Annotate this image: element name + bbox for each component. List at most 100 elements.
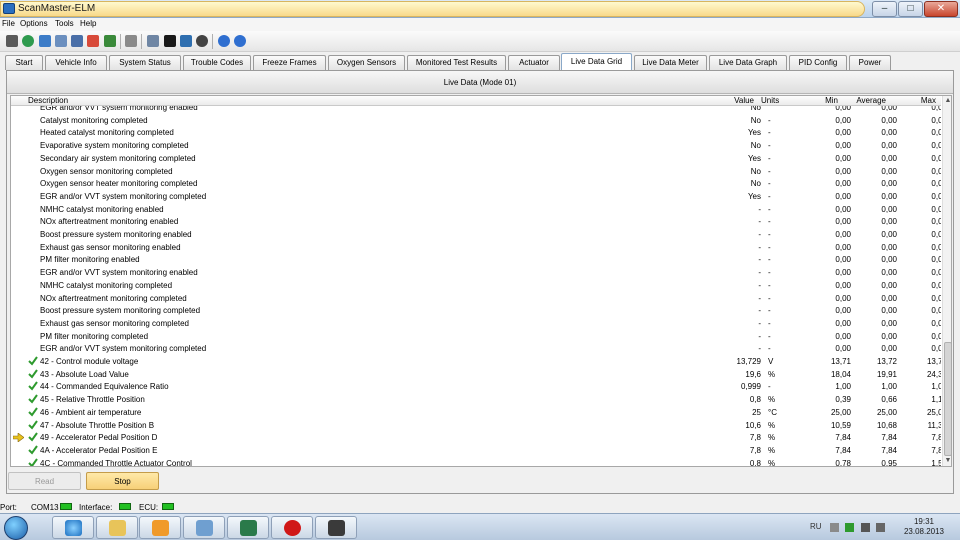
info-icon[interactable] <box>218 35 230 47</box>
table-row[interactable]: 49 - Accelerator Pedal Position D 7,8% 7,8… <box>11 431 941 444</box>
table-icon[interactable] <box>71 35 83 47</box>
menu-file[interactable]: File <box>2 19 15 28</box>
clipboard-icon[interactable] <box>125 35 137 47</box>
table-row[interactable]: Secondary air system monitoring complete… <box>11 152 941 165</box>
scroll-down-icon[interactable]: ▼ <box>944 457 951 465</box>
globe-icon[interactable] <box>22 35 34 47</box>
row-max: 0,00 <box>931 179 941 189</box>
language-indicator[interactable]: RU <box>810 522 822 531</box>
menu-tools[interactable]: Tools <box>55 19 74 28</box>
tray-network-icon[interactable] <box>861 523 870 532</box>
table-row[interactable]: EGR and/or VVT system monitoring complet… <box>11 190 941 203</box>
table-row[interactable]: 4A - Accelerator Pedal Position E 7,8% 7,8… <box>11 444 941 457</box>
tab-pid-config[interactable]: PID Config <box>789 55 847 70</box>
row-description: 47 - Absolute Throttle Position B <box>40 420 155 430</box>
scrollbar-thumb[interactable] <box>944 342 951 456</box>
dollar-icon[interactable] <box>104 35 116 47</box>
table-row[interactable]: 47 - Absolute Throttle Position B 10,6% 10… <box>11 419 941 432</box>
record-icon[interactable] <box>196 35 208 47</box>
tab-start[interactable]: Start <box>5 55 43 70</box>
table-row[interactable]: 44 - Commanded Equivalence Ratio 0,999- 1,… <box>11 380 941 393</box>
table-row[interactable]: Catalyst monitoring completed No -0,00 0,00… <box>11 114 941 127</box>
table-row[interactable]: 43 - Absolute Load Value 19,6% 18,04 19,91 2… <box>11 368 941 381</box>
tray-flag-icon[interactable] <box>845 523 854 532</box>
table-row[interactable]: Oxygen sensor monitoring completed No - 0,0… <box>11 165 941 178</box>
menu-help[interactable]: Help <box>80 19 96 28</box>
table-row[interactable]: 46 - Ambient air temperature 25 °C 25,00 25,… <box>11 406 941 419</box>
taskbar-scanmaster-icon[interactable] <box>183 516 225 539</box>
table-row[interactable]: PM filter monitoring enabled - -0,00 0,00 0,… <box>11 253 941 266</box>
tab-power[interactable]: Power <box>849 55 891 70</box>
terminal-icon[interactable] <box>164 35 176 47</box>
table-row[interactable]: Heated catalyst monitoring completed Yes -… <box>11 126 941 139</box>
tab-freeze-frames[interactable]: Freeze Frames <box>253 55 326 70</box>
table-row[interactable]: Exhaust gas sensor monitoring enabled - - 0… <box>11 241 941 254</box>
table-row[interactable]: Exhaust gas sensor monitoring completed -… <box>11 317 941 330</box>
taskbar-media-player-icon[interactable] <box>139 516 181 539</box>
row-value: 0,8 <box>749 395 761 405</box>
tray-volume-icon[interactable] <box>876 523 885 532</box>
tab-oxygen-sensors[interactable]: Oxygen Sensors <box>328 55 405 70</box>
taskbar-ie-icon[interactable] <box>52 516 94 539</box>
tab-system-status[interactable]: System Status <box>109 55 181 70</box>
table-row[interactable]: PM filter monitoring completed - -0,00 0,00… <box>11 330 941 343</box>
stop-button[interactable]: Stop <box>86 472 159 490</box>
table-row[interactable]: 45 - Relative Throttle Position 0,8% 0,39 0… <box>11 393 941 406</box>
menu-options[interactable]: Options <box>20 19 48 28</box>
table-row[interactable]: NOx aftertreatment monitoring completed -… <box>11 292 941 305</box>
comment-icon[interactable] <box>147 35 159 47</box>
table-row[interactable]: Boost pressure system monitoring complet… <box>11 304 941 317</box>
row-unit: % <box>768 445 776 455</box>
taskbar-opera-icon[interactable] <box>271 516 313 539</box>
row-value: Yes <box>747 191 761 201</box>
taskbar-chip-icon[interactable] <box>315 516 357 539</box>
table-row[interactable]: Oxygen sensor heater monitoring complete… <box>11 177 941 190</box>
vertical-scrollbar[interactable]: ▲ ▼ <box>942 96 951 466</box>
column-units[interactable]: Units <box>761 96 779 105</box>
maximize-button[interactable]: □ <box>898 1 923 17</box>
grid-header: Description Value Units Min Average Max <box>11 96 941 106</box>
monitor-icon[interactable] <box>39 35 51 47</box>
row-description: 45 - Relative Throttle Position <box>40 395 145 405</box>
column-value[interactable]: Value <box>701 96 754 105</box>
about-icon[interactable] <box>234 35 246 47</box>
table-row[interactable]: Boost pressure system monitoring enabled… <box>11 228 941 241</box>
table-row[interactable]: Evaporative system monitoring completed N… <box>11 139 941 152</box>
scroll-up-icon[interactable]: ▲ <box>944 97 951 105</box>
tab-trouble-codes[interactable]: Trouble Codes <box>183 55 251 70</box>
column-description[interactable]: Description <box>28 96 68 105</box>
table-row[interactable]: 42 - Control module voltage 13,729 V 13,71 1… <box>11 355 941 368</box>
read-button[interactable]: Read <box>8 472 81 490</box>
tray-arrow-icon[interactable] <box>830 523 839 532</box>
row-max: 0,00 <box>931 293 941 303</box>
table-row[interactable]: NMHC catalyst monitoring enabled - -0,00 0,… <box>11 203 941 216</box>
table-row[interactable]: NOx aftertreatment monitoring enabled - - 0… <box>11 215 941 228</box>
column-max[interactable]: Max <box>878 96 936 105</box>
tab-live-data-meter[interactable]: Live Data Meter <box>634 55 707 70</box>
clock[interactable]: 19:31 23.08.2013 <box>890 517 958 537</box>
clock-date: 23.08.2013 <box>903 527 945 536</box>
row-unit: °C <box>768 407 777 417</box>
tab-live-data-graph[interactable]: Live Data Graph <box>709 55 787 70</box>
tool-wrench-icon[interactable] <box>6 35 18 47</box>
chart-icon[interactable] <box>87 35 99 47</box>
row-max: 13,73 <box>926 357 941 366</box>
minimize-button[interactable]: – <box>872 1 897 17</box>
taskbar-hp-icon[interactable] <box>227 516 269 539</box>
row-max: 0,00 <box>931 242 941 252</box>
table-row[interactable]: NMHC catalyst monitoring completed - - 0,00… <box>11 279 941 292</box>
table-row[interactable]: EGR and/or VVT system monitoring complet… <box>11 342 941 355</box>
table-row[interactable]: 4C - Commanded Throttle Actuator Control… <box>11 457 941 466</box>
tab-monitored-test-results[interactable]: Monitored Test Results <box>407 55 506 70</box>
screen-icon[interactable] <box>180 35 192 47</box>
close-button[interactable]: ✕ <box>924 1 958 17</box>
tab-vehicle-info[interactable]: Vehicle Info <box>45 55 107 70</box>
row-max: 0,00 <box>931 217 941 227</box>
tab-live-data-grid[interactable]: Live Data Grid <box>561 53 632 70</box>
grid-icon[interactable] <box>55 35 67 47</box>
live-data-grid[interactable]: Description Value Units Min Average Max … <box>10 95 952 467</box>
tab-actuator[interactable]: Actuator <box>508 55 560 70</box>
start-button-icon[interactable] <box>4 516 28 540</box>
table-row[interactable]: EGR and/or VVT system monitoring enabled… <box>11 266 941 279</box>
taskbar-explorer-icon[interactable] <box>96 516 138 539</box>
